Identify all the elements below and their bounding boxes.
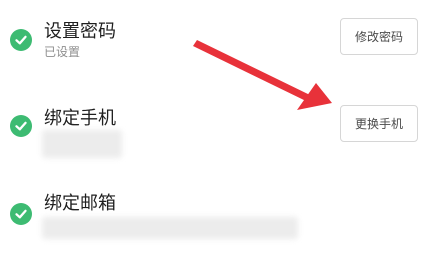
red-arrow-annotation [193, 40, 332, 110]
arrow-shaft [193, 40, 312, 102]
